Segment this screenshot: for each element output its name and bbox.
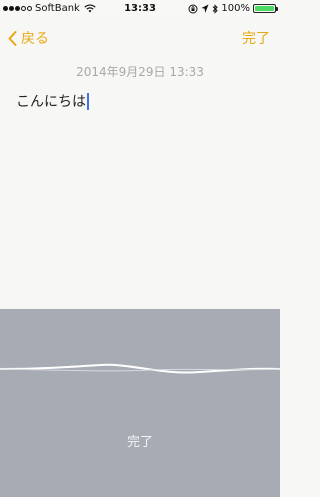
note-text-area[interactable]: こんにちは: [16, 91, 89, 111]
chevron-left-icon: [8, 30, 17, 46]
note-date: 2014年9月29日 13:33: [76, 65, 204, 79]
status-bar: SoftBank 13:33 100%: [0, 0, 280, 18]
dictation-panel: 完了: [0, 309, 280, 497]
bluetooth-icon: [213, 3, 219, 14]
back-button-label: 戻る: [21, 31, 49, 47]
battery-icon: [253, 4, 278, 13]
done-button[interactable]: 完了: [242, 28, 270, 48]
back-button[interactable]: 戻る: [8, 28, 49, 48]
note-text: こんにちは: [16, 94, 86, 110]
text-cursor: [87, 92, 89, 110]
battery-fill: [255, 6, 274, 11]
location-icon: [201, 4, 209, 13]
voice-waveform: [0, 363, 280, 374]
battery-percent: 100%: [221, 3, 250, 14]
status-icons: 100%: [188, 3, 278, 14]
rotation-lock-icon: [188, 4, 198, 13]
navigation-bar: 戻る 完了: [0, 18, 280, 58]
dictation-done-button[interactable]: 完了: [0, 431, 280, 450]
